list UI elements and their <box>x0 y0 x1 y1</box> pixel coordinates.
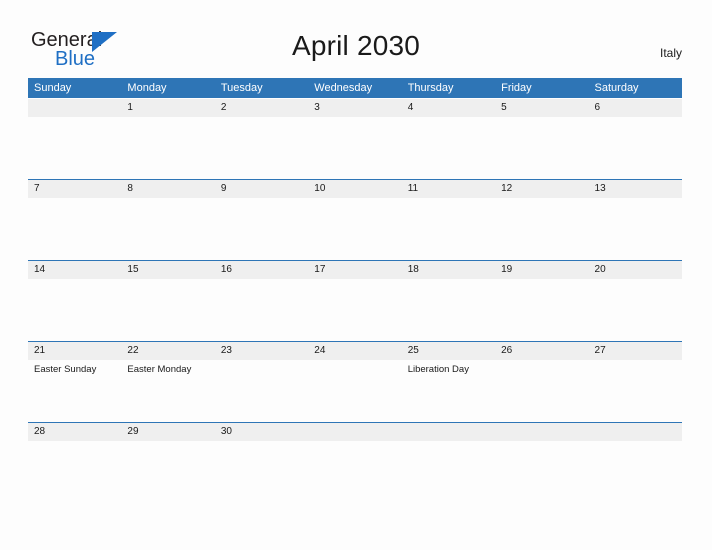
week-events-band <box>28 198 682 260</box>
day-event <box>121 279 214 341</box>
day-number[interactable]: 19 <box>495 261 588 279</box>
day-event <box>215 279 308 341</box>
weekday-header-thursday: Thursday <box>407 82 454 94</box>
day-number[interactable]: 3 <box>308 99 401 117</box>
day-number[interactable]: 12 <box>495 180 588 198</box>
week-events-band <box>28 279 682 341</box>
day-event <box>589 117 682 179</box>
day-event <box>28 117 121 179</box>
day-event <box>28 279 121 341</box>
day-number[interactable]: 4 <box>402 99 495 117</box>
weekday-header-wednesday: Wednesday <box>314 82 373 94</box>
day-number[interactable] <box>308 423 401 441</box>
day-number[interactable]: 18 <box>402 261 495 279</box>
day-event <box>215 117 308 179</box>
day-event <box>495 117 588 179</box>
calendar-page: General Blue April 2030 Italy Sunday Mon… <box>0 0 712 550</box>
day-event <box>308 360 401 422</box>
day-event <box>402 117 495 179</box>
week-daynumber-band: 28 29 30 <box>28 423 682 441</box>
day-number[interactable]: 17 <box>308 261 401 279</box>
day-event <box>402 198 495 260</box>
day-number[interactable]: 24 <box>308 342 401 360</box>
day-number[interactable]: 14 <box>28 261 121 279</box>
week-events-band: Easter Sunday Easter Monday Liberation D… <box>28 360 682 422</box>
day-event: Easter Sunday <box>34 364 97 375</box>
day-number[interactable]: 11 <box>402 180 495 198</box>
day-number[interactable]: 8 <box>121 180 214 198</box>
day-number[interactable]: 23 <box>215 342 308 360</box>
day-event <box>121 198 214 260</box>
week-events-band <box>28 441 682 451</box>
day-number[interactable]: 5 <box>495 99 588 117</box>
day-event <box>28 441 121 451</box>
country-label: Italy <box>659 46 682 60</box>
day-event <box>589 198 682 260</box>
day-event <box>215 198 308 260</box>
page-title: April 2030 <box>291 30 421 61</box>
day-number[interactable]: 9 <box>215 180 308 198</box>
week-events-band <box>28 117 682 179</box>
day-number[interactable]: 25 <box>402 342 495 360</box>
day-number[interactable]: 26 <box>495 342 588 360</box>
day-event <box>308 198 401 260</box>
day-event <box>402 441 495 451</box>
day-number[interactable] <box>589 423 682 441</box>
day-number[interactable]: 1 <box>121 99 214 117</box>
weekday-header-row: Sunday Monday Tuesday Wednesday Thursday… <box>28 78 682 98</box>
calendar-grid: Sunday Monday Tuesday Wednesday Thursday… <box>28 78 682 452</box>
day-number[interactable]: 28 <box>28 423 121 441</box>
week-daynumber-band: 21 22 23 24 25 26 27 <box>28 342 682 360</box>
calendar-week-row: 1 2 3 4 5 6 <box>28 98 682 179</box>
page-header: General Blue April 2030 Italy <box>0 0 712 76</box>
day-event <box>589 360 682 422</box>
day-number[interactable]: 22 <box>121 342 214 360</box>
day-event <box>215 441 308 451</box>
day-number[interactable]: 10 <box>308 180 401 198</box>
day-number[interactable]: 20 <box>589 261 682 279</box>
day-event <box>589 441 682 451</box>
day-event: Liberation Day <box>407 364 469 375</box>
day-number[interactable] <box>402 423 495 441</box>
calendar-week-row: 14 15 16 17 18 19 20 <box>28 260 682 341</box>
day-event <box>308 117 401 179</box>
week-daynumber-band: 14 15 16 17 18 19 20 <box>28 261 682 279</box>
day-event <box>308 279 401 341</box>
weekday-header-tuesday: Tuesday <box>220 82 263 94</box>
day-number[interactable]: 6 <box>589 99 682 117</box>
calendar-week-row: 28 29 30 <box>28 422 682 452</box>
day-number[interactable]: 7 <box>28 180 121 198</box>
day-event <box>402 279 495 341</box>
day-event <box>589 279 682 341</box>
day-number[interactable] <box>495 423 588 441</box>
day-event <box>215 360 308 422</box>
day-event <box>308 441 401 451</box>
day-event <box>495 360 588 422</box>
day-number[interactable]: 27 <box>589 342 682 360</box>
day-event <box>121 441 214 451</box>
day-number[interactable]: 21 <box>28 342 121 360</box>
day-number[interactable]: 30 <box>215 423 308 441</box>
calendar-week-row: 21 22 23 24 25 26 27 Easter Sunday Easte… <box>28 341 682 422</box>
calendar-week-row: 7 8 9 10 11 12 13 <box>28 179 682 260</box>
weekday-header-friday: Friday <box>501 82 532 94</box>
weekday-header-monday: Monday <box>127 82 167 94</box>
day-number[interactable]: 16 <box>215 261 308 279</box>
day-event: Easter Monday <box>127 364 192 375</box>
day-event <box>495 441 588 451</box>
day-number[interactable]: 13 <box>589 180 682 198</box>
weekday-header-sunday: Sunday <box>34 82 72 94</box>
day-number[interactable] <box>28 99 121 117</box>
weekday-header-saturday: Saturday <box>594 82 639 94</box>
day-number[interactable]: 2 <box>215 99 308 117</box>
day-event <box>495 279 588 341</box>
week-daynumber-band: 7 8 9 10 11 12 13 <box>28 180 682 198</box>
day-event <box>495 198 588 260</box>
day-number[interactable]: 29 <box>121 423 214 441</box>
day-event <box>28 198 121 260</box>
day-event <box>121 117 214 179</box>
week-daynumber-band: 1 2 3 4 5 6 <box>28 99 682 117</box>
day-number[interactable]: 15 <box>121 261 214 279</box>
